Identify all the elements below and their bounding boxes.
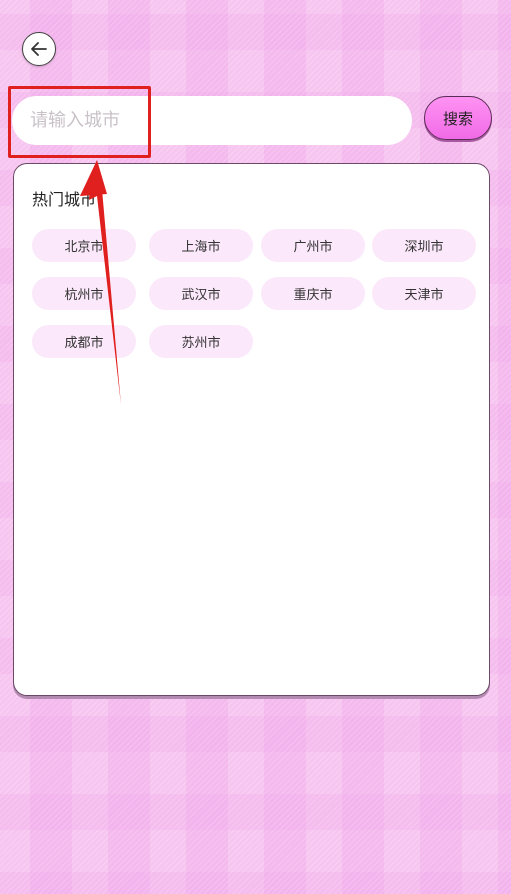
city-search-input[interactable] xyxy=(12,96,412,145)
city-chip-wuhan[interactable]: 武汉市 xyxy=(149,277,253,310)
back-button[interactable] xyxy=(22,32,56,66)
city-chip-shanghai[interactable]: 上海市 xyxy=(149,229,253,262)
city-chip-beijing[interactable]: 北京市 xyxy=(32,229,136,262)
city-chip-hangzhou[interactable]: 杭州市 xyxy=(32,277,136,310)
city-chip-tianjin[interactable]: 天津市 xyxy=(372,277,476,310)
city-chip-shenzhen[interactable]: 深圳市 xyxy=(372,229,476,262)
city-chip-guangzhou[interactable]: 广州市 xyxy=(261,229,365,262)
city-chip-chengdu[interactable]: 成都市 xyxy=(32,325,136,358)
arrow-left-icon xyxy=(31,42,47,56)
search-button[interactable]: 搜索 xyxy=(424,96,492,140)
hot-cities-card: 热门城市 北京市 上海市 广州市 深圳市 杭州市 武汉市 重庆市 天津市 成都市… xyxy=(13,163,490,696)
hot-cities-title: 热门城市 xyxy=(32,190,97,209)
city-chip-chongqing[interactable]: 重庆市 xyxy=(261,277,365,310)
city-chip-suzhou[interactable]: 苏州市 xyxy=(149,325,253,358)
